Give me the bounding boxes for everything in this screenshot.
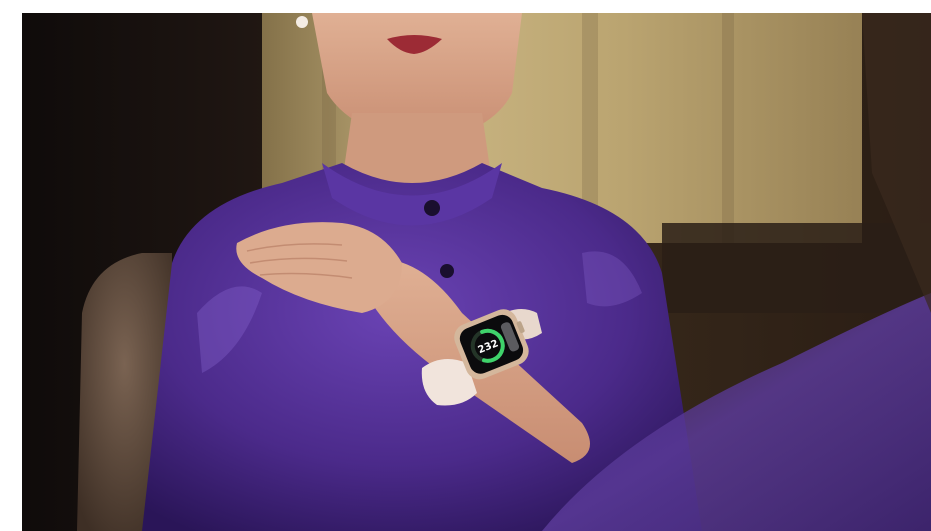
background-furniture — [662, 223, 931, 313]
shirt-button-top — [424, 200, 440, 216]
shirt-button-middle — [440, 264, 454, 278]
photo-scene: 232 — [22, 13, 931, 531]
pearl-earring — [296, 16, 308, 28]
photo: 232 — [22, 13, 931, 531]
